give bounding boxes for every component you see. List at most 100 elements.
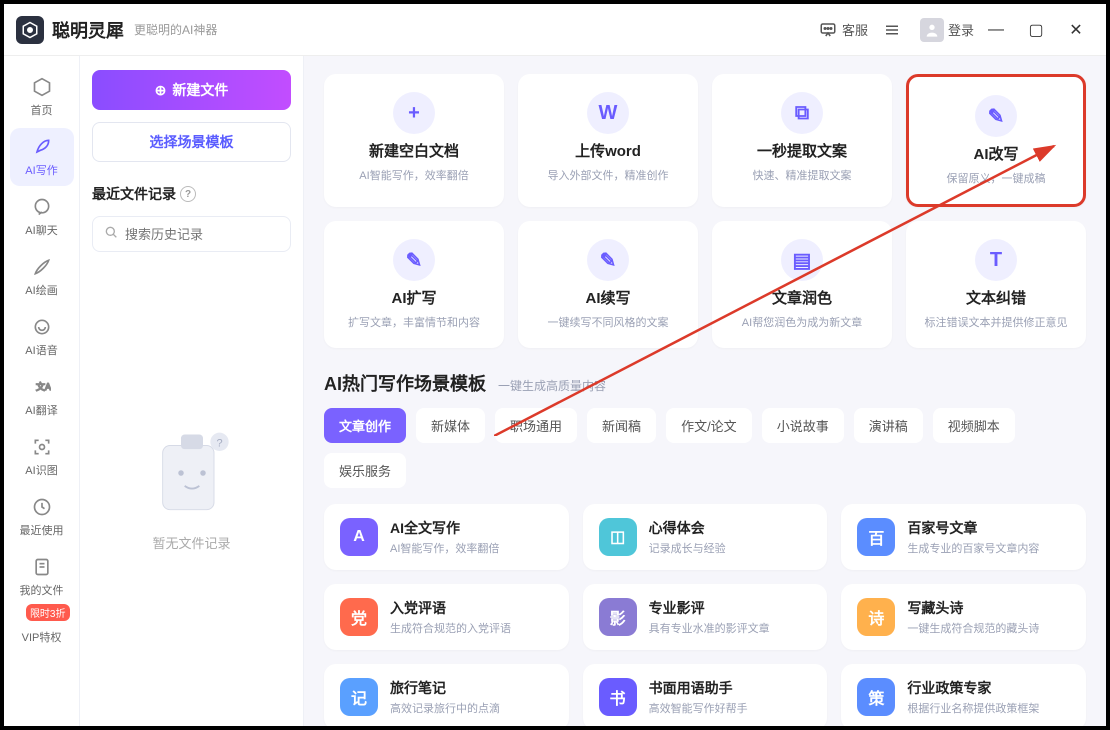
feature-card-icon: T [975, 239, 1017, 281]
nav-recent[interactable]: 最近使用 [10, 488, 74, 546]
template-tab[interactable]: 文章创作 [324, 408, 406, 443]
section-title: AI热门写作场景模板 [324, 370, 486, 396]
nav-label: 首页 [31, 102, 53, 118]
new-file-button[interactable]: ⊕ 新建文件 [92, 70, 291, 110]
vip-badge: 限时3折 [26, 604, 70, 621]
svg-text:?: ? [216, 437, 222, 449]
template-card[interactable]: 影专业影评具有专业水准的影评文章 [583, 584, 828, 650]
template-card-subtitle: 记录成长与经验 [649, 540, 726, 556]
nav-vip[interactable]: 限时3折 VIP特权 [10, 608, 74, 666]
maximize-button[interactable]: ▢ [1018, 12, 1054, 48]
help-icon[interactable]: ? [180, 186, 196, 202]
support-label: 客服 [842, 20, 868, 39]
feature-card-title: 文本纠错 [966, 287, 1026, 308]
template-card-subtitle: 生成符合规范的入党评语 [390, 620, 511, 636]
template-card[interactable]: 党入党评语生成符合规范的入党评语 [324, 584, 569, 650]
template-card-icon: 党 [340, 598, 378, 636]
nav-ai-draw[interactable]: AI绘画 [10, 248, 74, 306]
nav-ai-writing[interactable]: AI写作 [10, 128, 74, 186]
nav-home[interactable]: 首页 [10, 68, 74, 126]
app-window: 聪明灵犀 更聪明的AI神器 客服 登录 — ▢ ✕ 首 [0, 0, 1110, 730]
search-icon [103, 224, 119, 245]
template-card[interactable]: 诗写藏头诗一键生成符合规范的藏头诗 [841, 584, 1086, 650]
feature-card-title: 新建空白文档 [369, 140, 459, 161]
template-card[interactable]: AAI全文写作AI智能写作，效率翻倍 [324, 504, 569, 570]
template-card[interactable]: 记旅行笔记高效记录旅行中的点滴 [324, 664, 569, 726]
nav-my-files[interactable]: 我的文件 [10, 548, 74, 606]
nav-label: VIP特权 [22, 629, 62, 645]
template-tab[interactable]: 作文/论文 [666, 408, 752, 443]
template-tab[interactable]: 新闻稿 [587, 408, 656, 443]
template-tab[interactable]: 职场通用 [495, 408, 577, 443]
feature-card-icon: ⧉ [781, 92, 823, 134]
feature-card[interactable]: ✎AI扩写扩写文章，丰富情节和内容 [324, 221, 504, 348]
empty-state: ? 暂无文件记录 [92, 252, 291, 712]
feature-card-title: 上传word [575, 140, 641, 161]
maximize-icon: ▢ [1028, 20, 1043, 40]
template-card-subtitle: 生成专业的百家号文章内容 [907, 540, 1039, 556]
feature-card-subtitle: 导入外部文件，精准创作 [548, 167, 669, 183]
template-tab[interactable]: 小说故事 [762, 408, 844, 443]
brush-icon [31, 256, 53, 278]
menu-button[interactable] [882, 20, 906, 40]
template-card[interactable]: 百百家号文章生成专业的百家号文章内容 [841, 504, 1086, 570]
nav-ai-translate[interactable]: 文A AI翻译 [10, 368, 74, 426]
minimize-button[interactable]: — [978, 12, 1014, 48]
template-card-icon: 诗 [857, 598, 895, 636]
template-tab[interactable]: 新媒体 [416, 408, 485, 443]
feature-card[interactable]: T 文本纠错标注错误文本并提供修正意见 [906, 221, 1086, 348]
nav-ai-chat[interactable]: AI聊天 [10, 188, 74, 246]
feature-card-subtitle: AI智能写作，效率翻倍 [359, 167, 468, 183]
template-card-title: 书面用语助手 [649, 678, 748, 698]
home-icon [31, 76, 53, 98]
template-card-title: 专业影评 [649, 598, 770, 618]
feature-card[interactable]: ⧉一秒提取文案快速、精准提取文案 [712, 74, 892, 207]
nav-label: AI写作 [25, 162, 57, 178]
feature-card-subtitle: 标注错误文本并提供修正意见 [925, 314, 1068, 330]
feature-card-title: AI改写 [973, 143, 1018, 164]
close-icon: ✕ [1069, 20, 1082, 40]
nav-ai-voice[interactable]: AI语音 [10, 308, 74, 366]
nav-label: AI识图 [25, 462, 57, 478]
choose-template-button[interactable]: 选择场景模板 [92, 122, 291, 162]
nav-label: AI聊天 [25, 222, 57, 238]
feature-card[interactable]: W上传word导入外部文件，精准创作 [518, 74, 698, 207]
login-button[interactable]: 登录 [920, 18, 974, 42]
template-card[interactable]: 书书面用语助手高效智能写作好帮手 [583, 664, 828, 726]
template-card[interactable]: ◫心得体会记录成长与经验 [583, 504, 828, 570]
template-tab[interactable]: 视频脚本 [933, 408, 1015, 443]
search-box[interactable] [92, 216, 291, 252]
feature-card-icon: + [393, 92, 435, 134]
feature-card-title: AI扩写 [391, 287, 436, 308]
chat-icon [31, 196, 53, 218]
feature-card-icon: ✎ [587, 239, 629, 281]
template-tab[interactable]: 娱乐服务 [324, 453, 406, 488]
empty-illustration-icon: ? [132, 413, 252, 533]
template-card-title: 心得体会 [649, 518, 726, 538]
nav-label: 最近使用 [20, 522, 64, 538]
translate-icon: 文A [31, 376, 53, 398]
support-link[interactable]: 客服 [818, 20, 868, 40]
file-icon [31, 556, 53, 578]
voice-icon [31, 316, 53, 338]
template-card-title: 百家号文章 [907, 518, 1039, 538]
feature-card[interactable]: ✎AI续写一键续写不同风格的文案 [518, 221, 698, 348]
close-button[interactable]: ✕ [1058, 12, 1094, 48]
template-card-title: 行业政策专家 [907, 678, 1039, 698]
feature-card[interactable]: ✎ AI改写保留原义，一键成稿 [906, 74, 1086, 207]
feature-card-icon: ✎ [393, 239, 435, 281]
titlebar: 聪明灵犀 更聪明的AI神器 客服 登录 — ▢ ✕ [4, 4, 1106, 56]
feature-card[interactable]: ▤文章润色AI帮您润色为成为新文章 [712, 221, 892, 348]
minimize-icon: — [988, 21, 1004, 39]
template-tab[interactable]: 演讲稿 [854, 408, 923, 443]
template-card[interactable]: 策行业政策专家根据行业名称提供政策框架 [841, 664, 1086, 726]
app-title: 聪明灵犀 [52, 17, 124, 43]
search-input[interactable] [125, 227, 301, 242]
user-avatar-icon [920, 18, 944, 42]
feature-card-subtitle: 保留原义，一键成稿 [947, 170, 1046, 186]
template-card-subtitle: 根据行业名称提供政策框架 [907, 700, 1039, 716]
feature-card-icon: ✎ [975, 95, 1017, 137]
nav-label: AI语音 [25, 342, 57, 358]
feature-card[interactable]: + 新建空白文档 AI智能写作，效率翻倍 [324, 74, 504, 207]
nav-ai-image[interactable]: AI识图 [10, 428, 74, 486]
